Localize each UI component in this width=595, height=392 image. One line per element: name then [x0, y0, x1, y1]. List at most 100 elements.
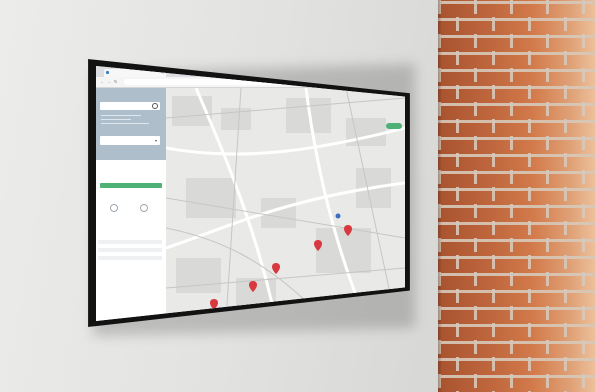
- search-icon[interactable]: [152, 103, 158, 109]
- wall-corner-shadow: [438, 0, 442, 392]
- brick-mortar-joint: [582, 204, 585, 218]
- brick-mortar-joint: [456, 357, 459, 371]
- brick-mortar-joint: [510, 374, 513, 388]
- brick-mortar-joint: [582, 340, 585, 354]
- brick-mortar-joint: [564, 51, 567, 65]
- brick-mortar-joint: [510, 34, 513, 48]
- brick-mortar-joint: [456, 17, 459, 31]
- map-block: [176, 258, 221, 293]
- tv-screen: × + ← → ↻ ⋮ ▾: [96, 66, 405, 321]
- brick-mortar-joint: [546, 306, 549, 320]
- brick-mortar-joint: [564, 85, 567, 99]
- brick-mortar-joint: [528, 119, 531, 133]
- hint-line: [101, 115, 141, 116]
- submit-button[interactable]: [100, 183, 162, 188]
- brick-mortar-joint: [510, 68, 513, 82]
- map-block: [316, 228, 371, 273]
- brick-mortar-joint: [510, 306, 513, 320]
- brick-mortar-joint: [528, 255, 531, 269]
- brick-mortar-joint: [528, 289, 531, 303]
- brick-mortar-joint: [492, 357, 495, 371]
- brick-mortar-joint: [582, 306, 585, 320]
- brick-mortar-joint: [492, 221, 495, 235]
- walk-mode-icon[interactable]: [140, 204, 148, 212]
- brick-mortar-joint: [510, 136, 513, 150]
- back-icon[interactable]: ←: [100, 79, 104, 84]
- brick-mortar-joint: [474, 34, 477, 48]
- brick-mortar-joint: [492, 153, 495, 167]
- map-block: [186, 178, 236, 218]
- region-dropdown[interactable]: ▾: [100, 136, 160, 145]
- search-input[interactable]: [100, 102, 160, 110]
- sidebar-header: ▾: [96, 88, 166, 160]
- brick-mortar-joint: [474, 374, 477, 388]
- brick-mortar-joint: [474, 0, 477, 14]
- brick-mortar-joint: [456, 119, 459, 133]
- brick-mortar-joint: [528, 51, 531, 65]
- brick-mortar-joint: [582, 68, 585, 82]
- brick-mortar-joint: [564, 323, 567, 337]
- brick-mortar-joint: [582, 136, 585, 150]
- brick-mortar-joint: [546, 170, 549, 184]
- brick-mortar-joint: [528, 357, 531, 371]
- brick-mortar-joint: [474, 170, 477, 184]
- forward-icon[interactable]: →: [107, 79, 111, 84]
- brick-mortar-joint: [474, 272, 477, 286]
- reload-icon[interactable]: ↻: [114, 79, 117, 84]
- city-map[interactable]: [166, 88, 405, 321]
- brick-mortar-joint: [528, 85, 531, 99]
- brick-mortar-joint: [528, 323, 531, 337]
- brick-mortar-joint: [456, 289, 459, 303]
- brick-mortar-joint: [456, 51, 459, 65]
- brick-mortar-joint: [546, 238, 549, 252]
- brick-mortar-joint: [492, 17, 495, 31]
- brick-mortar-joint: [582, 34, 585, 48]
- brick-mortar-joint: [474, 238, 477, 252]
- brick-mortar-joint: [546, 102, 549, 116]
- brick-mortar-joint: [582, 272, 585, 286]
- brick-mortar-joint: [564, 357, 567, 371]
- brick-mortar-joint: [456, 221, 459, 235]
- result-table: [98, 240, 162, 260]
- brick-mortar-joint: [528, 153, 531, 167]
- building-blocks: [172, 96, 391, 308]
- brick-mortar-joint: [492, 289, 495, 303]
- brick-mortar-joint: [456, 255, 459, 269]
- brick-mortar-joint: [546, 68, 549, 82]
- brick-mortar-joint: [582, 374, 585, 388]
- brick-mortar-joint: [582, 0, 585, 14]
- brick-wall: [438, 0, 595, 392]
- brick-mortar-joint: [546, 340, 549, 354]
- chevron-down-icon: ▾: [154, 138, 157, 143]
- brick-mortar-joint: [564, 187, 567, 201]
- map-canvas: [166, 88, 405, 321]
- route-sidebar: ▾: [96, 88, 166, 321]
- brick-mortar-joint: [510, 102, 513, 116]
- brick-mortar-joint: [546, 0, 549, 14]
- brick-mortar-joint: [546, 204, 549, 218]
- brick-mortar-joint: [510, 0, 513, 14]
- brick-mortar-joint: [456, 153, 459, 167]
- brick-mortar-joint: [456, 85, 459, 99]
- brick-mortar-joint: [474, 306, 477, 320]
- map-marker-icon: [272, 263, 280, 274]
- brick-mortar-joint: [564, 119, 567, 133]
- brick-mortar-joint: [582, 102, 585, 116]
- brick-mortar-joint: [564, 153, 567, 167]
- car-mode-icon[interactable]: [110, 204, 118, 212]
- brick-mortar-joint: [510, 238, 513, 252]
- location-dot-icon: [335, 213, 341, 219]
- brick-mortar-joint: [492, 323, 495, 337]
- brick-mortar-joint: [510, 204, 513, 218]
- favicon-icon: [106, 71, 109, 74]
- brick-mortar-joint: [510, 170, 513, 184]
- brick-mortar-joint: [546, 34, 549, 48]
- brick-mortar-joint: [474, 204, 477, 218]
- brick-mortar-joint: [474, 68, 477, 82]
- map-action-button[interactable]: [386, 123, 402, 129]
- brick-mortar-joint: [492, 187, 495, 201]
- brick-mortar-joint: [564, 221, 567, 235]
- hint-line: [101, 123, 149, 124]
- brick-mortar-joint: [492, 119, 495, 133]
- brick-mortar-joint: [510, 340, 513, 354]
